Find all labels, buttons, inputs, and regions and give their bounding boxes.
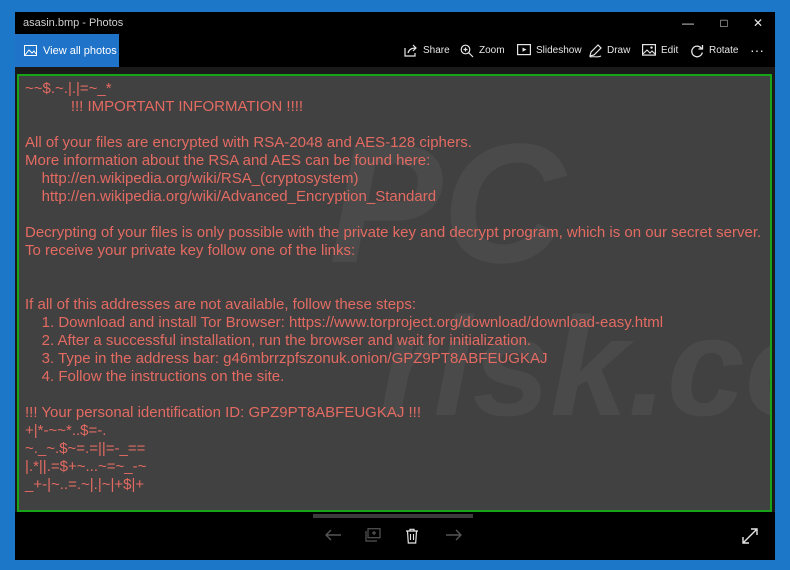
add-to-album-button[interactable]: [365, 528, 387, 546]
minimize-icon: —: [682, 16, 694, 30]
edit-label: Edit: [661, 45, 679, 56]
note-line: +|*-~~*..$=-.: [25, 422, 107, 439]
note-line: _+-|~..=.~|.|~|+$|+: [25, 476, 145, 493]
maximize-icon: □: [720, 16, 728, 30]
ransom-note-text: ~~$.~.|.|=~_* !!! IMPORTANT INFORMATION …: [25, 80, 761, 494]
note-line: !!! Your personal identification ID: GPZ…: [25, 404, 422, 421]
view-all-photos-button[interactable]: View all photos: [15, 34, 119, 67]
draw-icon: [589, 44, 602, 58]
note-line: More information about the RSA and AES c…: [25, 152, 431, 169]
draw-button[interactable]: Draw: [588, 34, 630, 67]
slideshow-label: Slideshow: [536, 45, 582, 56]
share-label: Share: [423, 45, 450, 56]
share-button[interactable]: Share: [404, 34, 450, 67]
rotate-button[interactable]: Rotate: [690, 34, 738, 67]
note-line: 3. Type in the address bar: g46mbrrzpfsz…: [25, 350, 548, 367]
draw-label: Draw: [607, 45, 631, 56]
more-icon[interactable]: ···: [750, 42, 764, 58]
title-bar: asasin.bmp - Photos — □ ✕: [15, 12, 775, 34]
note-line: If all of this addresses are not availab…: [25, 296, 417, 313]
view-all-photos-label: View all photos: [43, 45, 117, 57]
note-line: [25, 116, 761, 134]
ransom-note-image: PC risk.com ~~$.~.|.|=~_* !!! IMPORTANT …: [17, 74, 772, 512]
note-line: [25, 206, 761, 224]
slideshow-button[interactable]: Slideshow: [517, 34, 582, 67]
note-line: http://en.wikipedia.org/wiki/RSA_(crypto…: [25, 170, 359, 187]
rotate-label: Rotate: [709, 45, 739, 56]
note-line: |.*||.=$+~...~=~_-~: [25, 458, 147, 475]
note-line: http://en.wikipedia.org/wiki/Advanced_En…: [25, 188, 437, 205]
close-button[interactable]: ✕: [741, 12, 775, 34]
delete-icon: [406, 528, 418, 544]
edit-icon: [642, 44, 656, 56]
share-icon: [404, 44, 417, 57]
previous-button[interactable]: [324, 528, 346, 546]
note-line: 2. After a successful installation, run …: [25, 332, 532, 349]
note-line: [25, 260, 761, 278]
note-line: 4. Follow the instructions on the site.: [25, 368, 285, 385]
delete-button[interactable]: [405, 528, 427, 546]
slideshow-icon: [517, 44, 531, 56]
arrow-left-icon: [325, 529, 341, 541]
close-icon: ✕: [752, 16, 764, 30]
note-line: 1. Download and install Tor Browser: htt…: [25, 314, 664, 331]
minimize-button[interactable]: —: [671, 12, 705, 34]
zoom-button[interactable]: Zoom: [460, 34, 505, 67]
arrow-right-icon: [446, 529, 462, 541]
note-line: [25, 278, 761, 296]
photos-window: asasin.bmp - Photos — □ ✕ View all photo…: [15, 12, 775, 560]
scrollbar-thumb[interactable]: [313, 514, 473, 518]
fullscreen-button[interactable]: [742, 528, 760, 546]
maximize-button[interactable]: □: [707, 12, 741, 34]
note-line: Decrypting of your files is only possibl…: [25, 224, 762, 241]
image-icon: [24, 45, 37, 59]
edit-button[interactable]: Edit: [642, 34, 680, 67]
zoom-label: Zoom: [479, 45, 505, 56]
image-viewer: PC risk.com ~~$.~.|.|=~_* !!! IMPORTANT …: [15, 67, 775, 532]
toolbar: View all photos Share Zoom Slideshow Dra…: [15, 34, 775, 67]
note-line: !!! IMPORTANT INFORMATION !!!!: [25, 98, 304, 115]
note-line: To receive your private key follow one o…: [25, 242, 356, 259]
window-title: asasin.bmp - Photos: [23, 17, 124, 29]
note-line: [25, 386, 761, 404]
zoom-icon: [460, 44, 474, 58]
add-to-album-icon: [365, 528, 381, 542]
note-line: ~~$.~.|.|=~_*: [25, 80, 112, 97]
fullscreen-icon: [742, 528, 758, 544]
bottom-bar: [15, 512, 775, 560]
note-line: ~._~.$~=.=||=-_==: [25, 440, 146, 457]
note-line: All of your files are encrypted with RSA…: [25, 134, 472, 151]
next-button[interactable]: [445, 528, 467, 546]
rotate-icon: [691, 45, 704, 58]
